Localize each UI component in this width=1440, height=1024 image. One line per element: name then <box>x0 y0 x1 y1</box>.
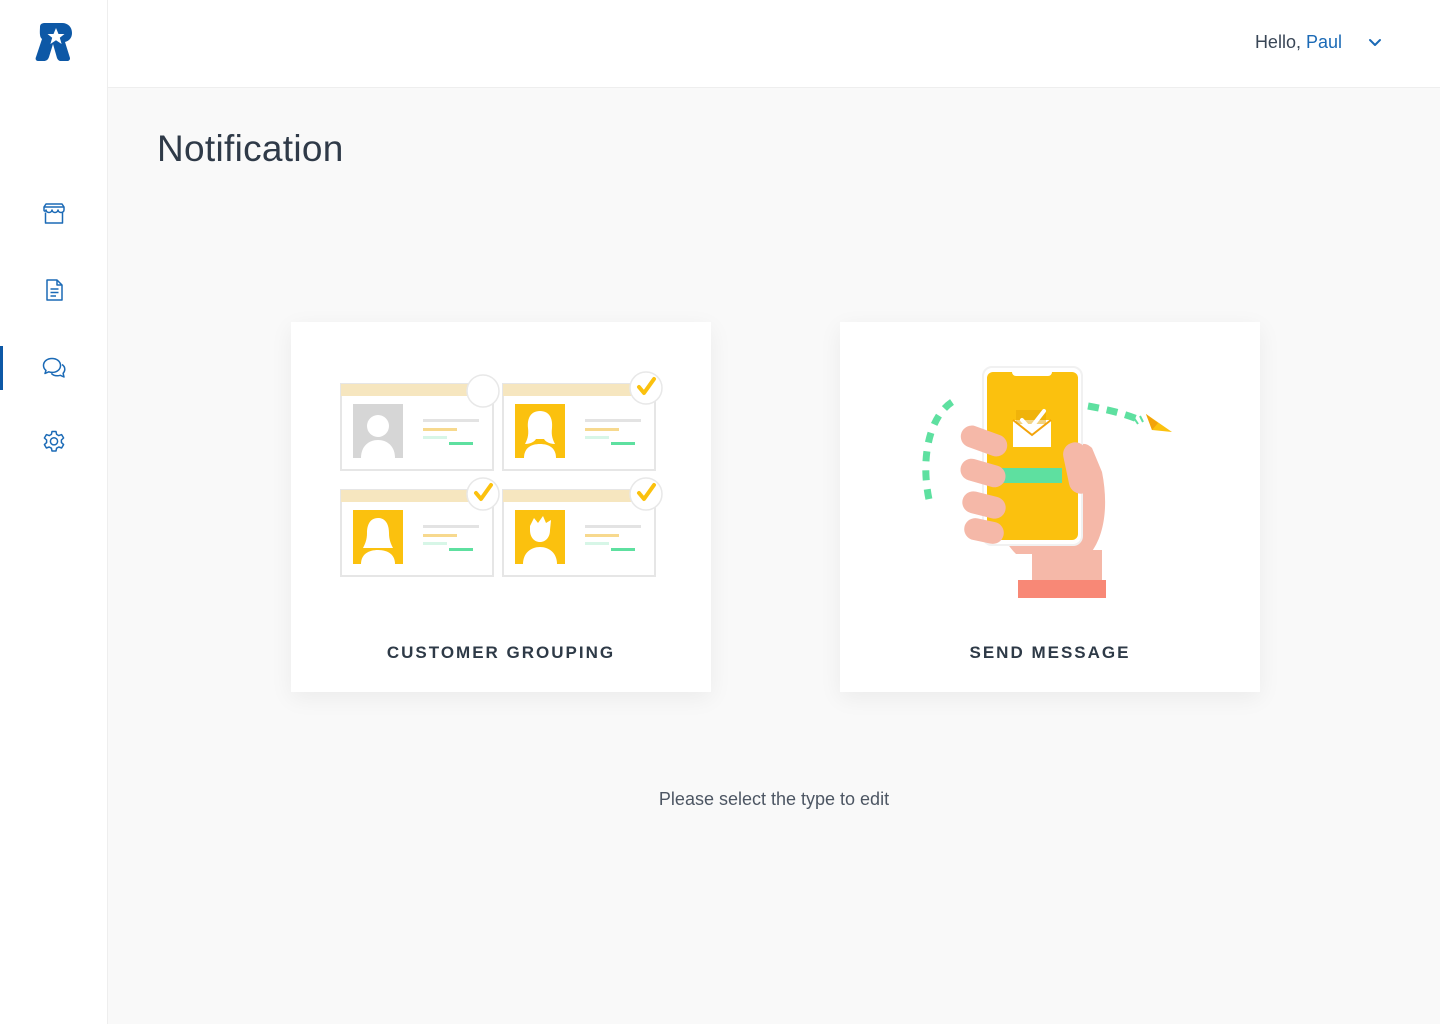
phone-message-illustration <box>922 366 1172 598</box>
sidebar-item-settings[interactable] <box>0 420 108 464</box>
send-message-card[interactable]: SEND MESSAGE <box>840 322 1260 692</box>
sidebar-item-document[interactable] <box>0 268 108 312</box>
chat-bubbles-icon <box>42 357 66 378</box>
brand-star-logo-icon <box>35 23 72 61</box>
brand-logo[interactable] <box>34 22 74 62</box>
user-menu[interactable]: Hello, Paul <box>1255 32 1382 53</box>
gear-icon <box>43 430 65 452</box>
store-icon <box>43 203 65 224</box>
document-icon <box>46 279 63 301</box>
customer-grouping-card[interactable]: CUSTOMER GROUPING <box>291 322 711 692</box>
page-title: Notification <box>157 128 344 169</box>
customer-grouping-label: CUSTOMER GROUPING <box>386 643 616 662</box>
customer-cards-illustration <box>340 370 664 577</box>
selection-hint: Please select the type to edit <box>658 789 890 809</box>
sidebar-item-chat[interactable] <box>0 346 108 390</box>
user-name[interactable]: Paul <box>1306 32 1342 53</box>
send-message-label: SEND MESSAGE <box>969 643 1131 662</box>
top-bar: Hello, Paul <box>108 0 1440 88</box>
chevron-down-icon[interactable] <box>1368 38 1382 48</box>
sidebar <box>0 0 108 1024</box>
greeting-text: Hello, <box>1254 32 1301 52</box>
sidebar-item-store[interactable] <box>0 192 108 236</box>
